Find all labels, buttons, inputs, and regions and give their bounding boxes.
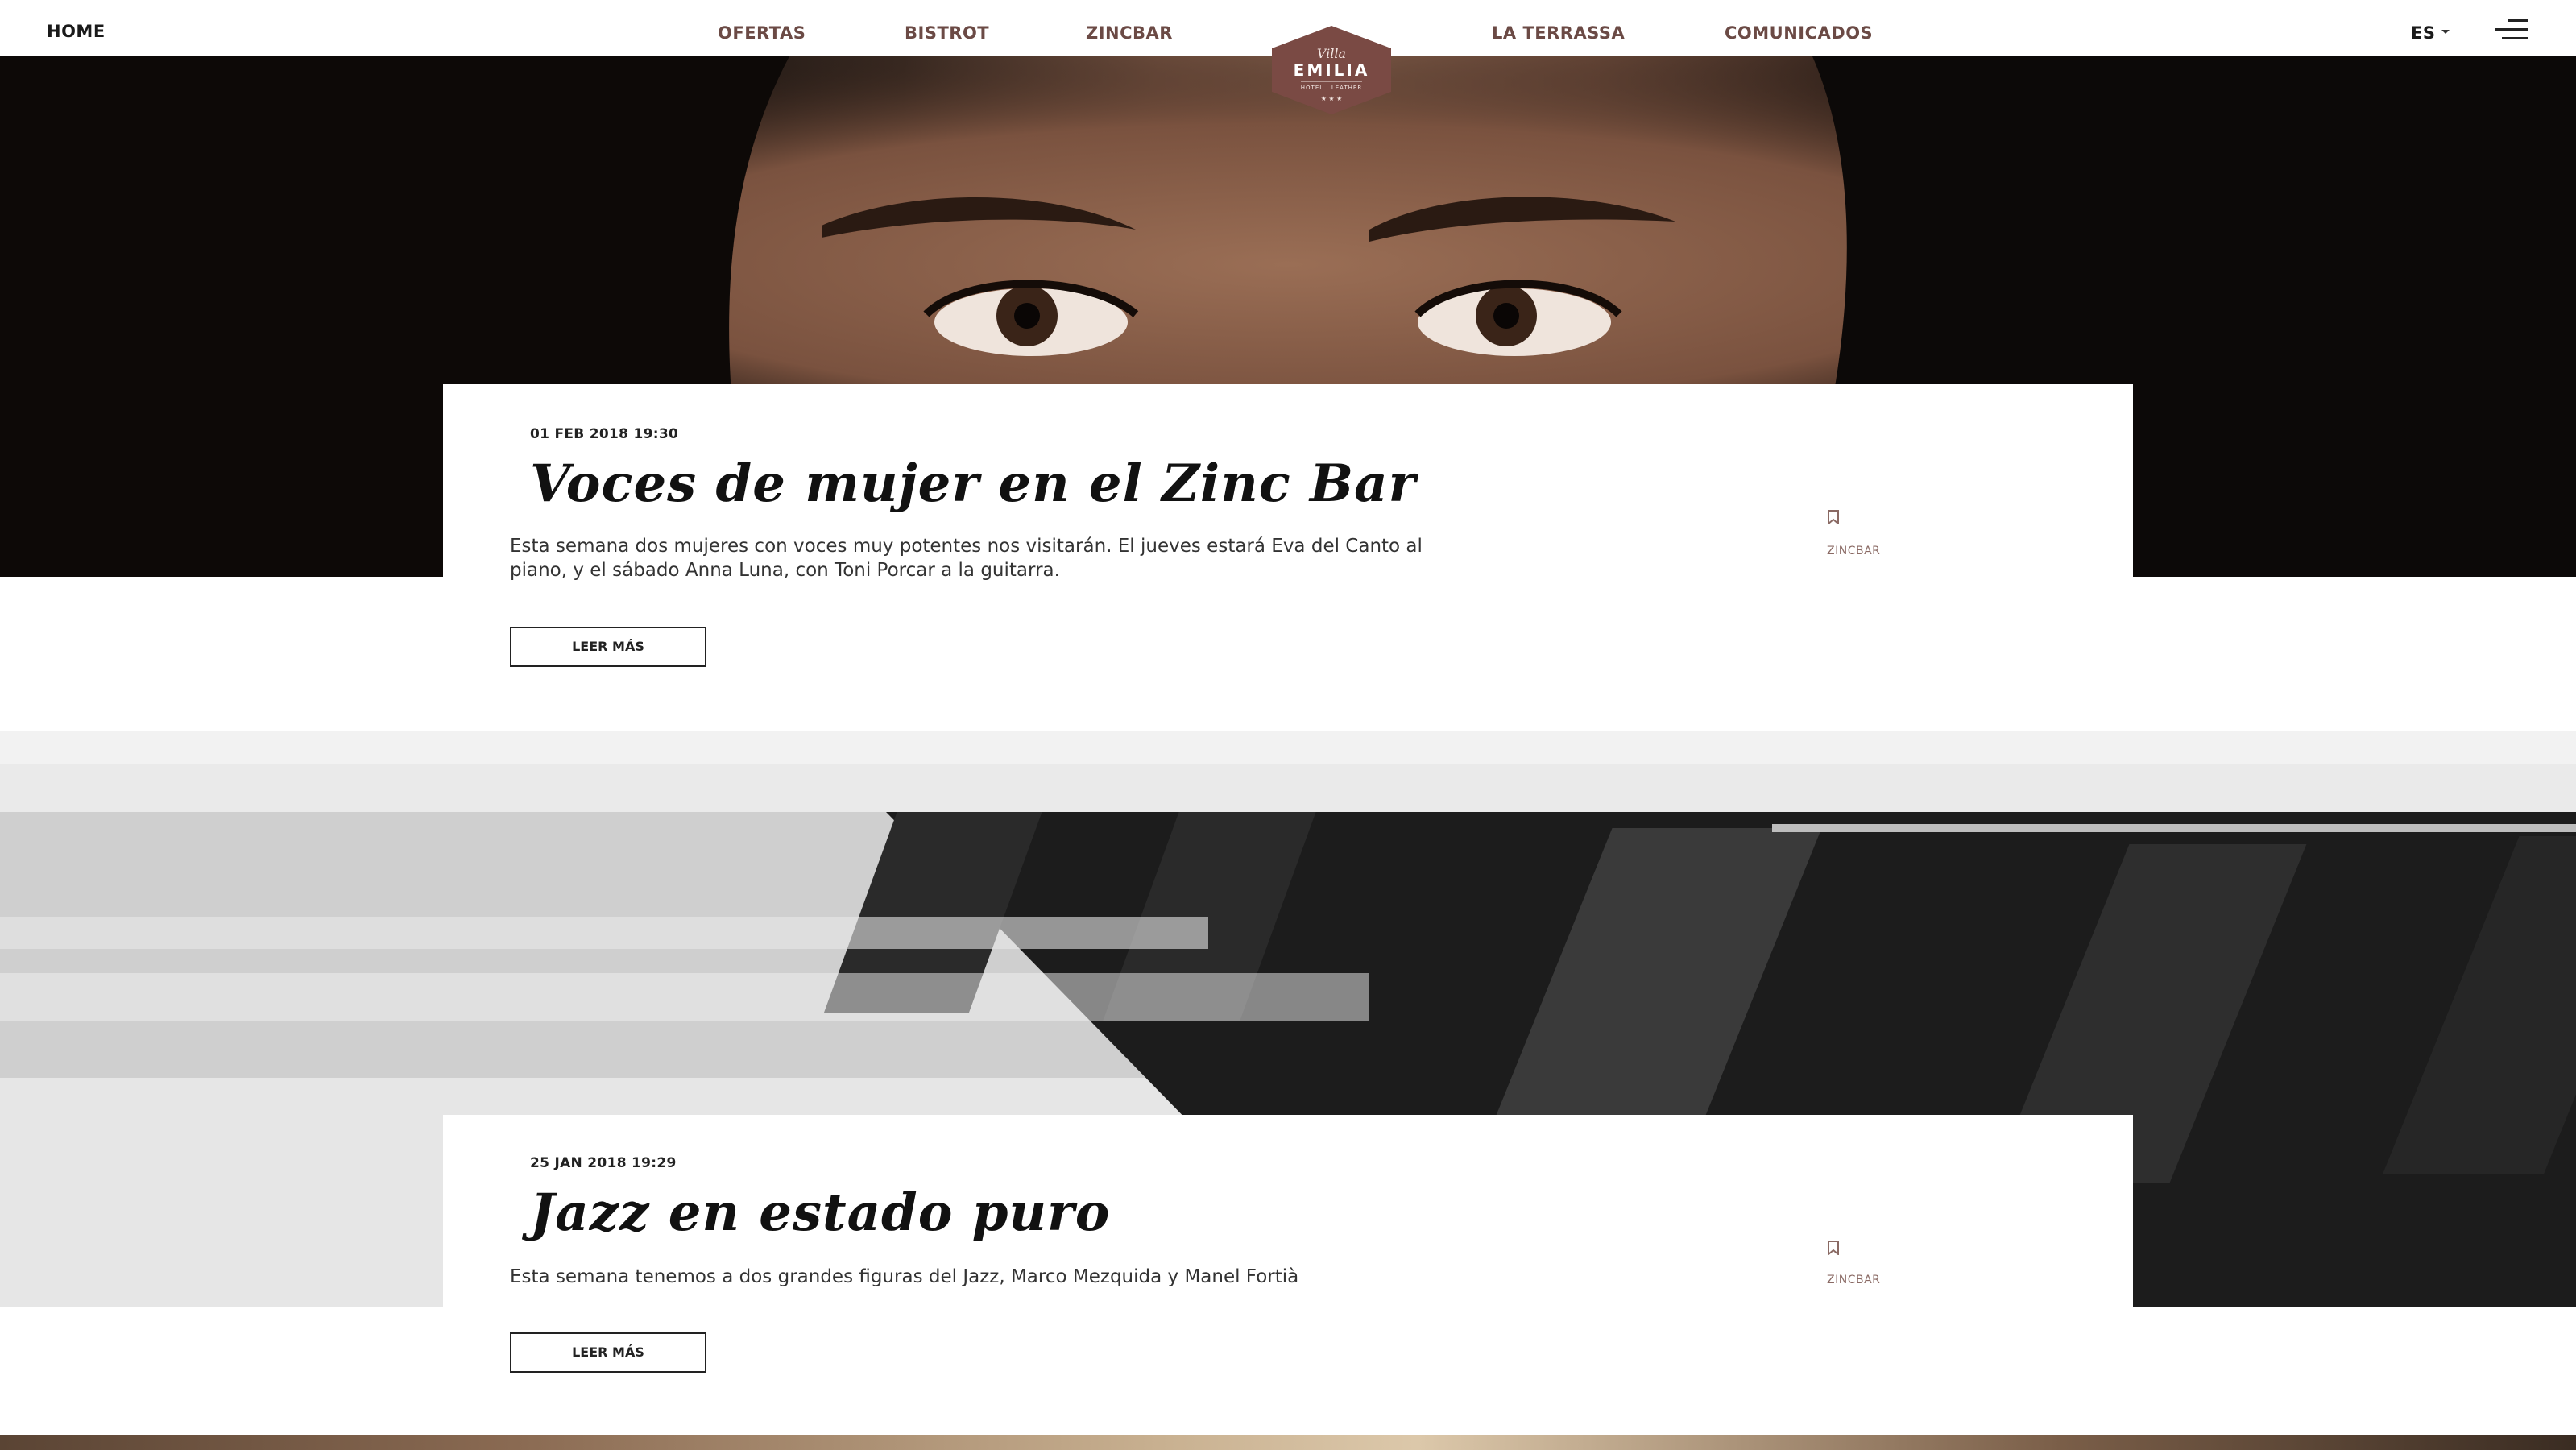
- logo-tagline: HOTEL · LEATHER: [1301, 85, 1362, 91]
- post-date: 01 FEB 2018 19:30: [530, 426, 679, 442]
- menu-icon[interactable]: [2495, 19, 2528, 40]
- logo-script: Villa: [1317, 46, 1346, 61]
- site-logo[interactable]: Villa EMILIA HOTEL · LEATHER ★ ★ ★: [1269, 24, 1394, 116]
- nav-home[interactable]: HOME: [47, 0, 106, 56]
- chevron-down-icon: [2441, 29, 2450, 34]
- logo-hexagon: Villa EMILIA HOTEL · LEATHER ★ ★ ★: [1272, 26, 1391, 114]
- read-more-button[interactable]: LEER MÁS: [510, 1332, 706, 1373]
- nav-ofertas[interactable]: OFERTAS: [718, 0, 806, 56]
- post-excerpt: Esta semana dos mujeres con voces muy po…: [510, 536, 1423, 581]
- post-category[interactable]: ZINCBAR: [1827, 545, 1880, 557]
- nav-comunicados[interactable]: COMUNICADOS: [1725, 0, 1873, 56]
- post-hero-image-3: [0, 1436, 2576, 1450]
- post-title[interactable]: Voces de mujer en el Zinc Bar: [530, 454, 1416, 514]
- language-selector[interactable]: ES: [2411, 0, 2450, 56]
- nav-zincbar[interactable]: ZINCBAR: [1086, 0, 1173, 56]
- post-title[interactable]: Jazz en estado puro: [530, 1183, 1110, 1243]
- post-excerpt: Esta semana tenemos a dos grandes figura…: [510, 1266, 1299, 1287]
- bookmark-icon[interactable]: [1827, 1241, 1840, 1255]
- post-card: 01 FEB 2018 19:30 Voces de mujer en el Z…: [443, 384, 2133, 731]
- logo-stars-icon: ★ ★ ★: [1321, 95, 1343, 102]
- logo-name: EMILIA: [1294, 60, 1370, 80]
- read-more-button[interactable]: LEER MÁS: [510, 627, 706, 667]
- language-label: ES: [2411, 23, 2436, 43]
- post-category[interactable]: ZINCBAR: [1827, 1274, 1880, 1286]
- nav-la-terrassa[interactable]: LA TERRASSA: [1492, 0, 1625, 56]
- post-date: 25 JAN 2018 19:29: [530, 1155, 677, 1171]
- nav-bistrot[interactable]: BISTROT: [905, 0, 989, 56]
- bookmark-icon[interactable]: [1827, 510, 1840, 524]
- post-card: 25 JAN 2018 19:29 Jazz en estado puro Es…: [443, 1115, 2133, 1437]
